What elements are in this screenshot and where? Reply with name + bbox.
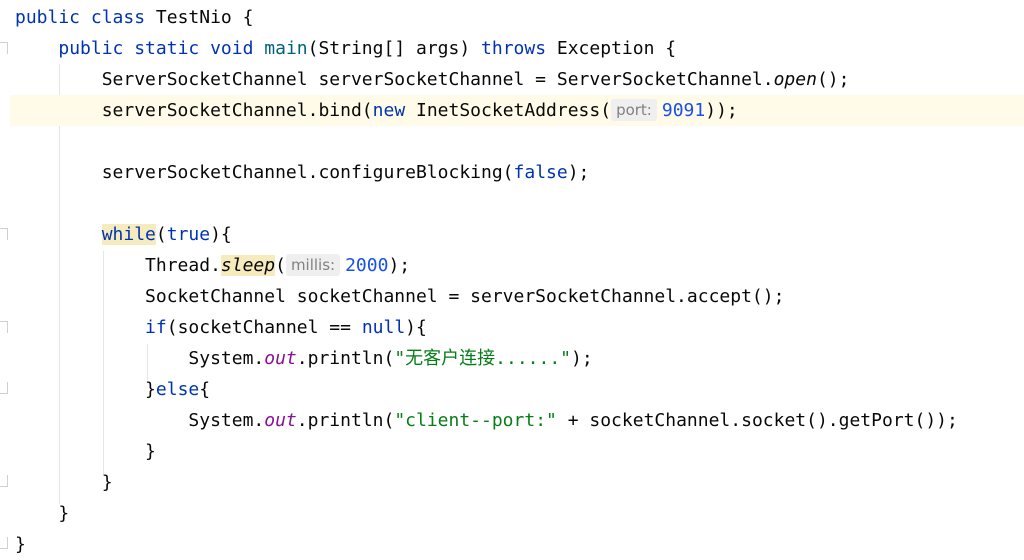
code-line-11: if(socketChannel == null){ bbox=[145, 317, 427, 338]
parameter-hint: millis: bbox=[285, 254, 341, 276]
fold-open-icon[interactable] bbox=[0, 321, 8, 333]
fold-close-icon[interactable] bbox=[0, 475, 8, 487]
code-line-8: while(true){ bbox=[101, 224, 232, 245]
code-line-6: serverSocketChannel.configureBlocking(fa… bbox=[101, 162, 590, 183]
fold-close-icon[interactable] bbox=[0, 537, 8, 549]
parameter-hint: port: bbox=[611, 99, 657, 121]
fold-close-icon[interactable] bbox=[0, 382, 8, 394]
code-line-12: System.out.println("无客户连接......"); bbox=[188, 348, 593, 369]
code-line-3: ServerSocketChannel serverSocketChannel … bbox=[101, 69, 850, 90]
fold-open-icon[interactable] bbox=[0, 228, 8, 240]
code-line-17: } bbox=[58, 503, 70, 524]
code-line-10: SocketChannel socketChannel = serverSock… bbox=[145, 286, 785, 307]
code-line-14: System.out.println("client--port:" + soc… bbox=[188, 410, 958, 431]
code-line-13: }else{ bbox=[145, 379, 211, 400]
code-line-4-current: serverSocketChannel.bind(new InetSocketA… bbox=[10, 95, 1024, 126]
code-line-15: } bbox=[145, 441, 156, 462]
code-line-2: public static void main(String[] args) t… bbox=[58, 38, 677, 59]
code-line-9: Thread.sleep(millis: 2000); bbox=[145, 254, 411, 276]
code-line-18: } bbox=[15, 534, 26, 555]
editor-gutter bbox=[0, 0, 10, 558]
code-line-1: public class TestNio { bbox=[15, 7, 254, 28]
fold-open-icon[interactable] bbox=[0, 42, 8, 54]
code-line-16: } bbox=[101, 472, 113, 493]
